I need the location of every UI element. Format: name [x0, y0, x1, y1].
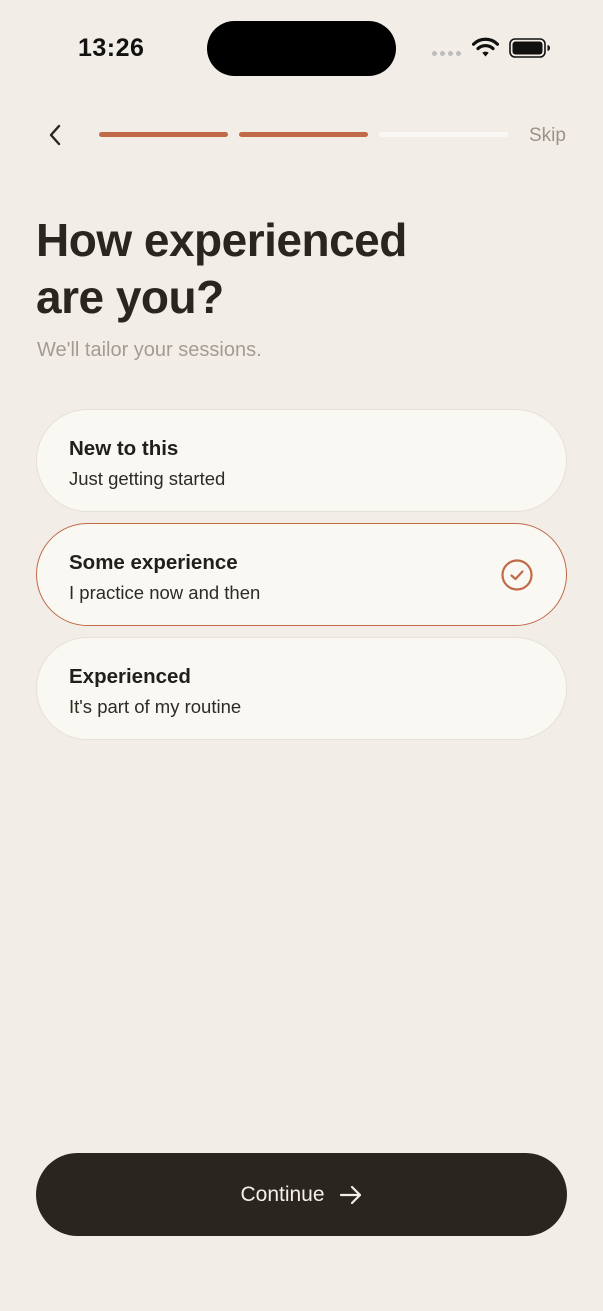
- page-title: How experienced are you?: [36, 212, 496, 326]
- status-time: 13:26: [78, 34, 145, 62]
- arrow-right-icon: [339, 1185, 361, 1204]
- page-title-line2: are you?: [36, 271, 224, 323]
- onboarding-progress-bar: [99, 132, 508, 137]
- option-some-experience[interactable]: Some experience I practice now and then: [36, 523, 567, 626]
- chevron-left-icon: [49, 124, 61, 146]
- continue-label: Continue: [240, 1182, 325, 1206]
- battery-icon: [509, 38, 550, 58]
- option-label: New to this: [69, 437, 179, 460]
- progress-segment: [99, 132, 228, 137]
- option-label: Experienced: [69, 665, 191, 688]
- cellular-signal-icon: [432, 51, 461, 56]
- option-description: Just getting started: [69, 468, 226, 489]
- experience-options: New to this Just getting started Some ex…: [36, 409, 567, 751]
- skip-button[interactable]: Skip: [529, 125, 566, 147]
- progress-segment: [239, 132, 368, 137]
- top-navigation: Skip: [0, 110, 603, 160]
- progress-segment: [379, 132, 508, 137]
- option-new-to-this[interactable]: New to this Just getting started: [36, 409, 567, 512]
- continue-button[interactable]: Continue: [36, 1153, 567, 1236]
- back-button[interactable]: [40, 120, 70, 150]
- page-title-line1: How experienced: [36, 214, 407, 266]
- option-experienced[interactable]: Experienced It's part of my routine: [36, 637, 567, 740]
- page-subtitle: We'll tailor your sessions.: [37, 339, 262, 361]
- option-description: I practice now and then: [69, 582, 261, 603]
- dynamic-island: [207, 21, 396, 76]
- check-circle-icon: [501, 559, 533, 591]
- option-description: It's part of my routine: [69, 696, 242, 717]
- option-label: Some experience: [69, 551, 238, 574]
- status-bar: 13:26: [0, 0, 603, 100]
- wifi-icon: [472, 37, 499, 57]
